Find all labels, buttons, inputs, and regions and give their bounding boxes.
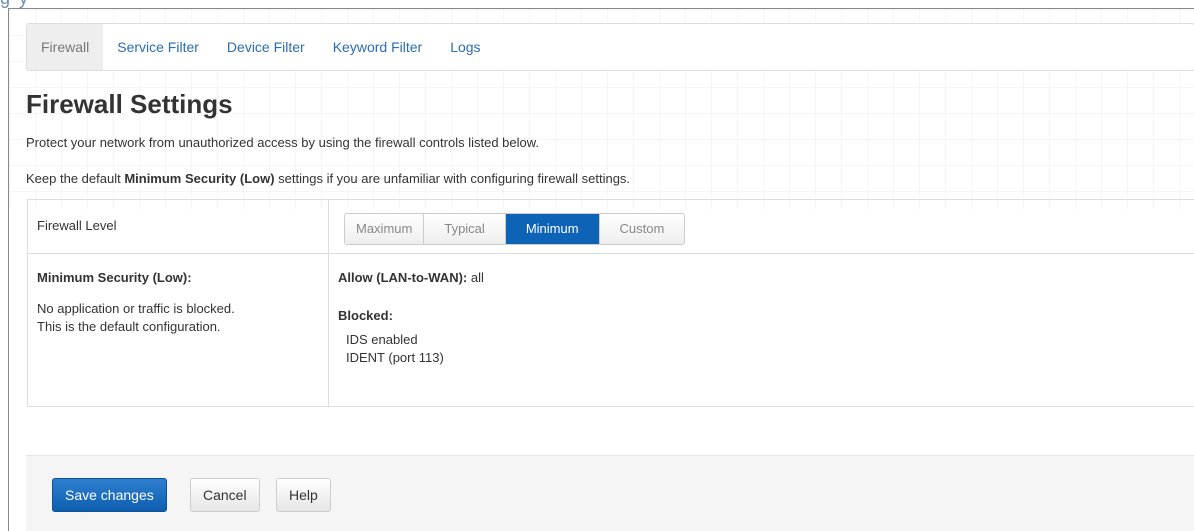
firewall-settings-table: Firewall Level Maximum Typical Minimum C… xyxy=(27,199,1194,407)
security-desc-line2: This is the default configuration. xyxy=(37,319,221,334)
security-level-description: No application or traffic is blocked. Th… xyxy=(37,300,307,336)
cancel-button[interactable]: Cancel xyxy=(190,478,260,512)
content-frame: Firewall Service Filter Device Filter Ke… xyxy=(8,8,1194,531)
security-level-title: Minimum Security (Low): xyxy=(37,270,192,285)
firewall-level-row: Firewall Level Maximum Typical Minimum C… xyxy=(28,200,1194,254)
page-description: Protect your network from unauthorized a… xyxy=(26,135,540,150)
note-suffix: settings if you are unfamiliar with conf… xyxy=(274,171,631,186)
tab-bar: Firewall Service Filter Device Filter Ke… xyxy=(26,23,1194,71)
level-custom-button[interactable]: Custom xyxy=(599,214,685,244)
firewall-level-label: Firewall Level xyxy=(37,218,117,233)
blocked-item: IDS enabled xyxy=(346,332,418,347)
tab-device-filter[interactable]: Device Filter xyxy=(213,24,319,70)
top-clipped-heading: ɡ y xyxy=(0,0,1194,8)
allow-label: Allow (LAN-to-WAN): xyxy=(338,270,468,285)
help-button[interactable]: Help xyxy=(276,478,331,512)
tab-service-filter[interactable]: Service Filter xyxy=(103,24,213,70)
blocked-item: IDENT (port 113) xyxy=(346,350,444,365)
page-title: Firewall Settings xyxy=(26,89,233,119)
level-minimum-button[interactable]: Minimum xyxy=(505,214,600,244)
column-divider xyxy=(328,200,329,406)
firewall-level-selector: Maximum Typical Minimum Custom xyxy=(344,213,686,245)
tab-keyword-filter[interactable]: Keyword Filter xyxy=(319,24,436,70)
tab-firewall[interactable]: Firewall xyxy=(27,24,104,70)
allow-value: all xyxy=(467,270,484,285)
form-actions: Save changes Cancel Help xyxy=(26,455,1194,531)
note-bold: Minimum Security (Low) xyxy=(124,171,275,186)
allow-rule: Allow (LAN-to-WAN): all xyxy=(338,270,484,285)
default-settings-note: Keep the default Minimum Security (Low) … xyxy=(26,171,630,186)
blocked-label: Blocked: xyxy=(338,308,393,323)
blocked-list: IDS enabled IDENT (port 113) xyxy=(346,331,444,367)
clipped-heading-fragment: ɡ y xyxy=(0,0,30,8)
level-typical-button[interactable]: Typical xyxy=(424,214,506,244)
note-prefix: Keep the default xyxy=(26,171,125,186)
level-maximum-button[interactable]: Maximum xyxy=(345,214,425,244)
tab-logs[interactable]: Logs xyxy=(436,24,494,70)
security-desc-line1: No application or traffic is blocked. xyxy=(37,301,235,316)
save-changes-button[interactable]: Save changes xyxy=(52,478,167,512)
